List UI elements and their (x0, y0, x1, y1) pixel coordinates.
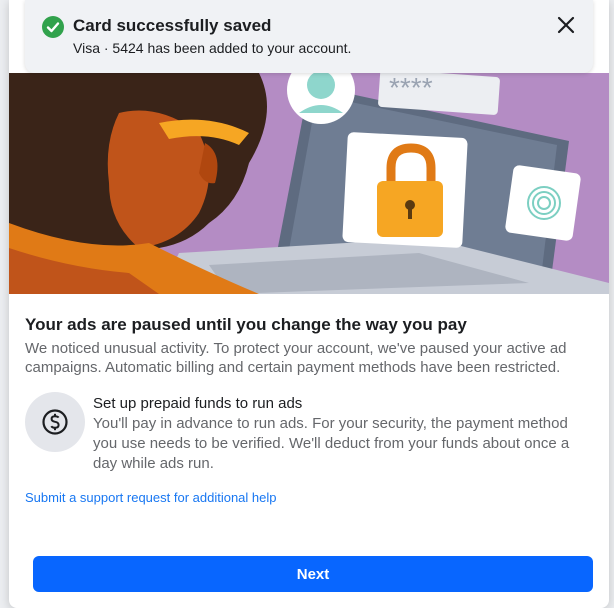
option-description: You'll pay in advance to run ads. For yo… (93, 415, 570, 472)
option-title: Set up prepaid funds to run ads (93, 395, 303, 412)
masked-password-text: **** (389, 73, 433, 103)
success-toast: Card successfully saved Visa · 5424 has … (25, 0, 593, 73)
next-button[interactable]: Next (33, 556, 593, 592)
support-request-link[interactable]: Submit a support request for additional … (25, 490, 277, 505)
dialog-description: We noticed unusual activity. To protect … (25, 340, 567, 376)
dollar-circle-icon (25, 392, 85, 452)
close-icon[interactable] (555, 14, 577, 36)
dialog-title: Your ads are paused until you change the… (25, 315, 467, 334)
toast-title: Card successfully saved (73, 16, 272, 35)
security-illustration: **** (9, 73, 609, 294)
check-circle-icon (42, 16, 64, 38)
payment-dialog: **** Your ads are paused until you chang… (9, 0, 609, 608)
main-content: Your ads are paused until you change the… (25, 315, 595, 377)
prepaid-funds-option: Set up prepaid funds to run ads You'll p… (25, 391, 585, 472)
toast-message: Visa · 5424 has been added to your accou… (73, 40, 352, 56)
